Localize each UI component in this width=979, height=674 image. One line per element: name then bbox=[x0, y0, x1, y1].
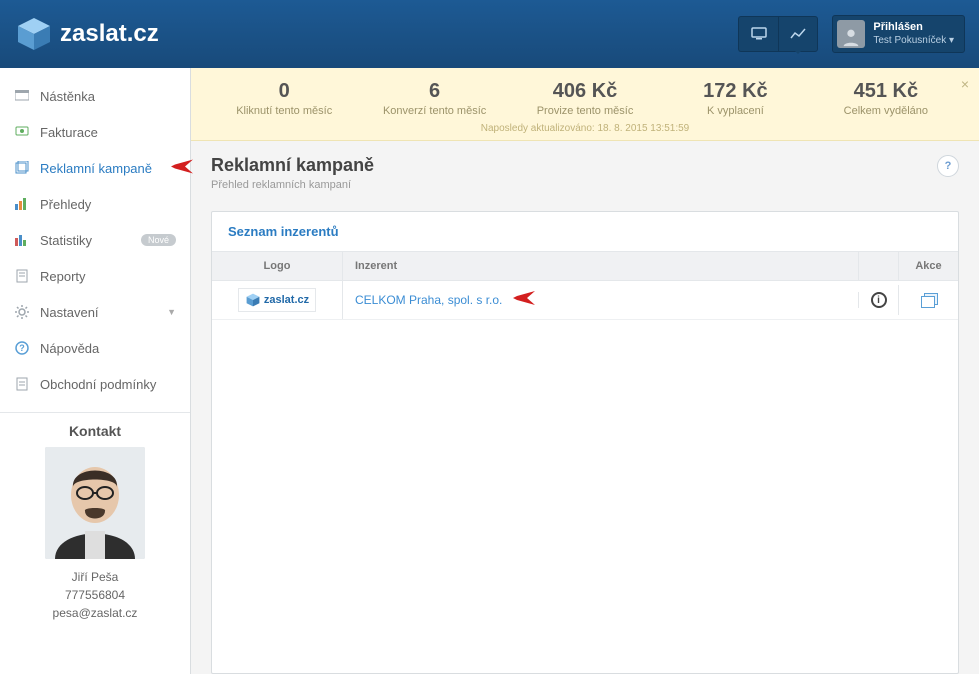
advertiser-logo: zaslat.cz bbox=[238, 288, 316, 312]
page-subtitle: Přehled reklamních kampaní bbox=[211, 179, 374, 191]
box-icon bbox=[245, 292, 261, 308]
contact-title: Kontakt bbox=[10, 423, 180, 439]
advertiser-link[interactable]: CELKOM Praha, spol. s r.o. bbox=[342, 281, 858, 319]
sidebar-item-help[interactable]: ? Nápověda bbox=[0, 330, 190, 366]
desktop-view-button[interactable] bbox=[738, 16, 778, 52]
sidebar-item-label: Reklamní kampaně bbox=[40, 161, 152, 176]
stat-label: K vyplacení bbox=[660, 105, 810, 117]
stat-value: 6 bbox=[359, 80, 509, 103]
report-icon bbox=[14, 268, 30, 284]
stat-conversions: 6 Konverzí tento měsíc bbox=[359, 80, 509, 117]
top-view-toggle bbox=[738, 16, 818, 52]
pointer-arrow-icon bbox=[171, 160, 193, 177]
close-icon[interactable]: × bbox=[961, 76, 969, 92]
campaign-icon bbox=[14, 160, 30, 176]
brand-logo[interactable]: zaslat.cz bbox=[14, 14, 159, 54]
user-status: Přihlášen bbox=[873, 21, 954, 34]
page-header: Reklamní kampaně Přehled reklamních kamp… bbox=[191, 141, 979, 205]
stats-updated: Naposledy aktualizováno: 18. 8. 2015 13:… bbox=[209, 117, 961, 136]
contact-phone: 777556804 bbox=[10, 586, 180, 604]
stat-value: 172 Kč bbox=[660, 80, 810, 103]
sidebar-item-reports[interactable]: Reporty bbox=[0, 258, 190, 294]
panel-title: Seznam inzerentů bbox=[212, 212, 958, 252]
info-icon[interactable]: i bbox=[871, 292, 887, 308]
chart-line-icon bbox=[790, 27, 806, 41]
advertiser-name: CELKOM Praha, spol. s r.o. bbox=[355, 293, 502, 307]
stats-view-button[interactable] bbox=[778, 16, 818, 52]
user-name: Test Pokusníček bbox=[873, 35, 946, 46]
contact-email[interactable]: pesa@zaslat.cz bbox=[10, 604, 180, 622]
brand-name: zaslat.cz bbox=[60, 20, 159, 48]
col-header-logo: Logo bbox=[212, 252, 342, 280]
box-icon bbox=[14, 14, 54, 54]
sidebar-item-invoice[interactable]: Fakturace bbox=[0, 114, 190, 150]
stat-value: 451 Kč bbox=[811, 80, 961, 103]
sidebar-item-label: Obchodní podmínky bbox=[40, 377, 156, 392]
sidebar-item-dashboard[interactable]: Nástěnka bbox=[0, 78, 190, 114]
sidebar-item-label: Přehledy bbox=[40, 197, 91, 212]
stat-label: Celkem vyděláno bbox=[811, 105, 961, 117]
user-menu[interactable]: Přihlášen Test Pokusníček ▾ bbox=[832, 15, 965, 53]
stat-value: 0 bbox=[209, 80, 359, 103]
dashboard-icon bbox=[14, 88, 30, 104]
svg-text:?: ? bbox=[19, 343, 25, 353]
topbar: zaslat.cz Přihlášen Test Pokusníček bbox=[0, 0, 979, 68]
stat-commission: 406 Kč Provize tento měsíc bbox=[510, 80, 660, 117]
contact-block: Kontakt Jiří Peša 777556804 pesa@zaslat.… bbox=[0, 423, 190, 632]
chevron-down-icon: ▼ bbox=[167, 307, 176, 317]
sidebar-item-label: Nastavení bbox=[40, 305, 99, 320]
stat-label: Konverzí tento měsíc bbox=[359, 105, 509, 117]
table-header: Logo Inzerent Akce bbox=[212, 252, 958, 281]
contact-photo bbox=[45, 447, 145, 559]
stat-clicks: 0 Kliknutí tento měsíc bbox=[209, 80, 359, 117]
stat-label: Provize tento měsíc bbox=[510, 105, 660, 117]
sidebar-item-settings[interactable]: Nastavení ▼ bbox=[0, 294, 190, 330]
stat-payout: 172 Kč K vyplacení bbox=[660, 80, 810, 117]
gear-icon bbox=[14, 304, 30, 320]
new-badge: Nové bbox=[141, 234, 176, 246]
copy-icon[interactable] bbox=[921, 293, 937, 307]
sidebar-item-label: Nápověda bbox=[40, 341, 99, 356]
sidebar-item-label: Reporty bbox=[40, 269, 86, 284]
stat-total: 451 Kč Celkem vyděláno bbox=[811, 80, 961, 117]
sidebar-item-campaigns[interactable]: Reklamní kampaně bbox=[0, 150, 190, 186]
sidebar-item-overview[interactable]: Přehledy bbox=[0, 186, 190, 222]
stat-value: 406 Kč bbox=[510, 80, 660, 103]
pointer-arrow-icon bbox=[513, 291, 535, 308]
avatar bbox=[837, 20, 865, 48]
table-row: zaslat.cz CELKOM Praha, spol. s r.o. i bbox=[212, 281, 958, 320]
col-header-info bbox=[858, 252, 898, 280]
page-title: Reklamní kampaně bbox=[211, 155, 374, 176]
person-icon bbox=[840, 26, 862, 48]
help-button[interactable]: ? bbox=[937, 155, 959, 177]
chevron-down-icon: ▾ bbox=[949, 35, 954, 46]
terms-icon bbox=[14, 376, 30, 392]
invoice-icon bbox=[14, 124, 30, 140]
col-header-advertiser: Inzerent bbox=[342, 252, 858, 280]
main-content: × 0 Kliknutí tento měsíc 6 Konverzí tent… bbox=[191, 68, 979, 674]
sidebar: Nástěnka Fakturace Reklamní kampaně Přeh… bbox=[0, 68, 191, 674]
monitor-icon bbox=[751, 27, 767, 41]
col-header-action: Akce bbox=[898, 252, 958, 280]
sidebar-item-stats[interactable]: Statistiky Nové bbox=[0, 222, 190, 258]
sidebar-item-label: Nástěnka bbox=[40, 89, 95, 104]
help-icon: ? bbox=[14, 340, 30, 356]
sidebar-item-terms[interactable]: Obchodní podmínky bbox=[0, 366, 190, 402]
contact-name: Jiří Peša bbox=[10, 568, 180, 586]
advertisers-panel: Seznam inzerentů Logo Inzerent Akce zasl… bbox=[211, 211, 959, 674]
overview-icon bbox=[14, 196, 30, 212]
stats-bar: × 0 Kliknutí tento měsíc 6 Konverzí tent… bbox=[191, 68, 979, 141]
stat-label: Kliknutí tento měsíc bbox=[209, 105, 359, 117]
stats-icon bbox=[14, 232, 30, 248]
sidebar-item-label: Fakturace bbox=[40, 125, 98, 140]
advertiser-logo-text: zaslat.cz bbox=[264, 294, 309, 306]
sidebar-item-label: Statistiky bbox=[40, 233, 92, 248]
